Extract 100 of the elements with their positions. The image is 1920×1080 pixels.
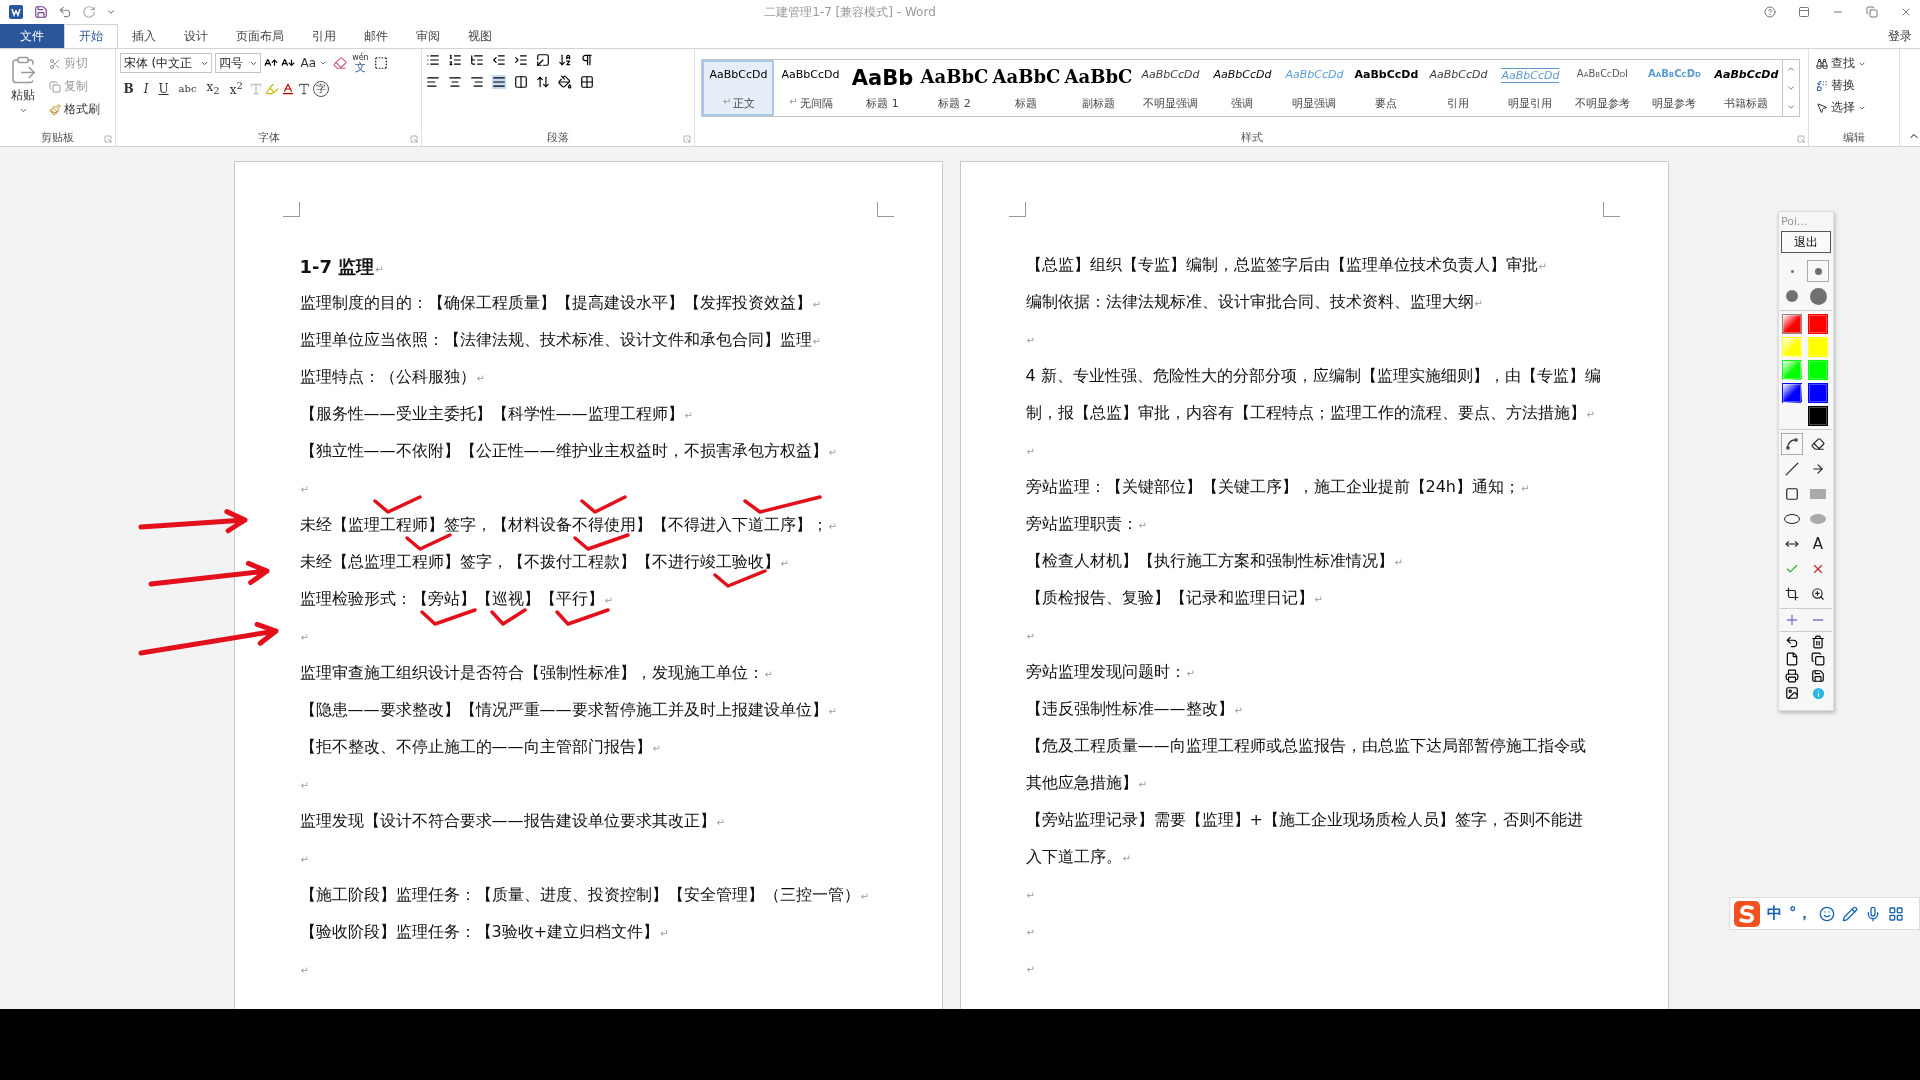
color-swatch[interactable]: [1808, 314, 1828, 334]
image-icon[interactable]: [1785, 686, 1799, 700]
paste-button[interactable]: 粘贴: [4, 53, 42, 129]
style-item[interactable]: AaBb 标题 1: [846, 60, 919, 116]
sign-in-link[interactable]: 登录: [1880, 24, 1920, 48]
style-item[interactable]: AaBbCcDd 明显强调: [1278, 60, 1351, 116]
font-color-icon[interactable]: [280, 81, 295, 96]
format-button[interactable]: U: [154, 80, 173, 97]
multilevel-list-icon[interactable]: [470, 53, 485, 67]
ribbon-tab[interactable]: 邮件: [350, 24, 402, 48]
format-button[interactable]: B: [119, 80, 138, 97]
format-button[interactable]: abc: [174, 82, 201, 95]
color-swatch[interactable]: [1782, 337, 1802, 357]
handwriting-icon[interactable]: [1841, 905, 1858, 922]
style-item[interactable]: AaBbC 副标题: [1062, 60, 1135, 116]
font-size-field[interactable]: 四号: [214, 53, 261, 73]
font-name-field[interactable]: 宋体 (中文正: [119, 53, 212, 73]
trash-icon[interactable]: [1811, 635, 1825, 649]
line-icon: [1785, 462, 1799, 476]
ribbon-tab[interactable]: 开始: [64, 24, 118, 48]
format-button[interactable]: x$^{2}$: [225, 79, 247, 98]
character-border-icon[interactable]: [373, 56, 388, 70]
color-swatch[interactable]: [1782, 360, 1802, 380]
help-icon[interactable]: [1764, 6, 1776, 18]
color-swatch[interactable]: [1808, 337, 1828, 357]
paragraph-line: 4 新、专业性强、危险性大的分部分项，应编制【监理实施细则】，由【专监】编: [1025, 365, 1601, 387]
ribbon-tab[interactable]: 设计: [170, 24, 222, 48]
format-painter-button[interactable]: 格式刷: [46, 99, 103, 120]
save-icon[interactable]: [1811, 669, 1825, 683]
crop-mark: [1602, 202, 1620, 217]
ribbon-tab[interactable]: 引用: [298, 24, 350, 48]
distributed-icon[interactable]: [514, 75, 529, 89]
printer-icon[interactable]: [1785, 669, 1799, 683]
show-marks-icon[interactable]: [580, 53, 595, 67]
style-item[interactable]: AaBbC 标题 2: [918, 60, 991, 116]
input-method-logo-icon[interactable]: [1734, 900, 1760, 927]
color-swatch[interactable]: [1782, 314, 1802, 334]
bullets-icon[interactable]: [426, 53, 441, 67]
punctuation-button[interactable]: °，: [1789, 904, 1812, 923]
ribbon-tab[interactable]: 审阅: [402, 24, 454, 48]
emoji-icon[interactable]: [1818, 905, 1835, 922]
ribbon-tab[interactable]: 插入: [118, 24, 170, 48]
ribbon-tab[interactable]: 页面布局: [222, 24, 298, 48]
text-direction-icon[interactable]: [536, 53, 551, 67]
paragraph-line: 【旁站监理记录】需要【监理】+【施工企业现场质检人员】签字，否则不能进: [1025, 809, 1583, 831]
style-item[interactable]: AaBbCcDd 强调: [1206, 60, 1279, 116]
text-tool-button[interactable]: A: [1807, 533, 1829, 555]
clear-format-icon[interactable]: [333, 56, 348, 70]
exit-button[interactable]: 退出: [1781, 231, 1831, 253]
check-mark: [373, 495, 422, 514]
sort-icon[interactable]: [558, 53, 573, 67]
shading-bucket-icon[interactable]: [558, 75, 573, 89]
ribbon-display-icon[interactable]: [1798, 6, 1810, 18]
shading-icon[interactable]: [296, 81, 311, 96]
style-item[interactable]: AaBbCcDd 要点: [1350, 60, 1423, 116]
color-swatch[interactable]: [1808, 383, 1828, 403]
check-mark: [405, 533, 452, 551]
decrease-indent-icon[interactable]: [492, 53, 507, 67]
style-item[interactable]: AaBbCcDd 不明显强调: [1134, 60, 1207, 116]
toolbox-icon[interactable]: [1887, 905, 1904, 922]
scroll-down-icon[interactable]: [1786, 83, 1797, 93]
pen-size-button[interactable]: [1807, 260, 1829, 282]
align-right-icon[interactable]: [470, 75, 485, 89]
find-button[interactable]: 查找: [1813, 53, 1870, 74]
format-button[interactable]: x$_{2}$: [202, 79, 224, 98]
new-page-icon[interactable]: [1785, 652, 1799, 666]
justify-icon[interactable]: [492, 75, 507, 89]
style-item[interactable]: AaBbCcDd ↵ 无间隔: [774, 60, 847, 116]
format-button[interactable]: I: [139, 80, 153, 97]
select-button[interactable]: 选择: [1813, 97, 1870, 118]
style-item[interactable]: AaBbCcDd ↵ 正文: [702, 60, 775, 116]
style-item[interactable]: AaBbCcDd 引用: [1422, 60, 1495, 116]
color-swatch[interactable]: [1808, 360, 1828, 380]
style-item[interactable]: AaBbCcDd 明显引用: [1494, 60, 1567, 116]
replace-button[interactable]: 替换: [1813, 75, 1870, 96]
save-icon[interactable]: [34, 5, 48, 19]
close-icon[interactable]: [1900, 6, 1912, 18]
input-mode-button[interactable]: 中: [1767, 904, 1782, 923]
align-center-icon[interactable]: [448, 75, 463, 89]
increase-indent-icon[interactable]: [514, 53, 529, 67]
change-case-button[interactable]: Aa: [297, 54, 331, 72]
borders-icon[interactable]: [580, 75, 595, 89]
color-swatch[interactable]: [1782, 383, 1802, 403]
customize-caret-icon[interactable]: [106, 7, 116, 17]
ribbon-tab[interactable]: 视图: [454, 24, 506, 48]
undo-icon[interactable]: [1785, 635, 1799, 649]
paragraph: 【质检报告、复验】【记录和监理日记】↵: [1025, 587, 1323, 608]
style-item[interactable]: AaBbC 标题: [990, 60, 1063, 116]
drawing-tool-button[interactable]: [1781, 433, 1803, 455]
style-item[interactable]: AaBbCcDd 明显参考: [1638, 60, 1711, 116]
file-tab[interactable]: 文件: [0, 24, 64, 48]
restore-icon[interactable]: [1866, 6, 1878, 18]
copy-icon[interactable]: [1811, 652, 1825, 666]
color-swatch[interactable]: [1808, 406, 1828, 426]
numbering-icon[interactable]: [448, 53, 463, 67]
style-item[interactable]: AaBbCcDdI 不明显参考: [1566, 60, 1639, 116]
align-left-icon[interactable]: [426, 75, 441, 89]
line-spacing-icon[interactable]: [536, 75, 551, 89]
phonetic-guide-button[interactable]: wén 文: [350, 53, 371, 73]
style-item[interactable]: AaBbCcDd 书籍标题: [1710, 60, 1783, 116]
